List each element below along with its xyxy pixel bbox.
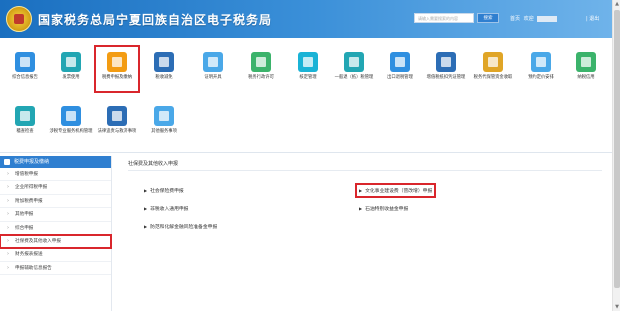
tile-other-services[interactable]: 其他服务事项 (142, 100, 186, 146)
tile-certificate[interactable]: 证明开具 (191, 46, 235, 92)
tile-pricing-arrangement[interactable]: 预约定价安排 (519, 46, 563, 92)
service-icon-grid: 综合信息报告 发票使用 税费申报及缴纳 税收减免 证明开具 税务行政许可 核定管… (0, 40, 612, 150)
sidebar: 税费申报及缴纳 增值税申报 企业所得税申报 附加税费申报 其他申报 综合申报 社… (0, 156, 112, 311)
logout-link[interactable]: | 退出 (586, 15, 599, 22)
tile-label: 一般退（抵）税管理 (334, 75, 374, 80)
sidebar-item-corporate-income-tax[interactable]: 企业所得税申报 (0, 181, 111, 195)
tile-label: 其他服务事项 (151, 129, 177, 134)
sidebar-title: 税费申报及缴纳 (14, 159, 50, 165)
sidebar-item-auxiliary-info[interactable]: 申报辅助信息报告 (0, 262, 111, 276)
sidebar-item-financial-statements[interactable]: 财务报表报送 (0, 248, 111, 262)
tile-label: 预约定价安排 (528, 75, 554, 80)
triangle-right-icon: ▶ (359, 188, 363, 193)
search-input[interactable]: 请输入需要搜索的内容 (414, 13, 474, 23)
tile-admin-license[interactable]: 税务行政许可 (239, 46, 283, 92)
link-culture-construction-fee[interactable]: ▶ 文化事业建设费（营改增）申报 (354, 183, 437, 198)
menu-icon (4, 159, 10, 165)
sidebar-item-vat-declare[interactable]: 增值税申报 (0, 168, 111, 182)
scrollbar-thumb[interactable] (614, 10, 620, 288)
law-icon (107, 106, 127, 126)
tax-declare-icon (107, 52, 127, 72)
tile-verification[interactable]: 核定管理 (286, 46, 330, 92)
triangle-right-icon: ▶ (144, 224, 148, 229)
page-scrollbar[interactable]: ▲ ▼ (612, 0, 620, 311)
tile-label: 综合信息报告 (12, 75, 38, 80)
title-underline (128, 170, 602, 171)
user-links: 首页 欢迎 (510, 15, 559, 22)
sidebar-item-social-insurance[interactable]: 社保费及其他收入申报 (0, 233, 112, 250)
sidebar-item-other-declare[interactable]: 其他申报 (0, 208, 111, 222)
section-divider (0, 152, 612, 153)
tile-label: 出口退税管理 (387, 75, 413, 80)
triangle-right-icon: ▶ (144, 188, 148, 193)
tile-tax-relief[interactable]: 税收减免 (142, 46, 186, 92)
tile-label: 税务行政许可 (248, 75, 274, 80)
inspect-icon (15, 106, 35, 126)
tile-label: 稽查检查 (16, 129, 34, 134)
sidebar-header: 税费申报及缴纳 (0, 156, 111, 168)
folder-icon (203, 52, 223, 72)
voucher-icon (436, 52, 456, 72)
tile-label: 增值税抵扣凭证管理 (426, 75, 466, 80)
link-financial-risk-reserve[interactable]: ▶ 防范和化解金融风险准备金申报 (144, 223, 217, 230)
scroll-up-icon[interactable]: ▲ (613, 0, 620, 8)
tile-label: 纳税信用 (577, 75, 595, 80)
tile-invoice-use[interactable]: 发票使用 (49, 46, 93, 92)
tile-vat-voucher[interactable]: 增值税抵扣凭证管理 (424, 46, 468, 92)
tax-icon (298, 52, 318, 72)
tile-custody-fund[interactable]: 税务代保管资金收取 (471, 46, 515, 92)
invoice-icon (61, 52, 81, 72)
welcome-text: 欢迎 (523, 16, 534, 22)
tile-tax-declare[interactable]: 税费申报及缴纳 (94, 45, 140, 93)
tile-tax-credit[interactable]: 纳税信用 (564, 46, 608, 92)
scroll-down-icon[interactable]: ▼ (613, 303, 620, 311)
service-icon (154, 106, 174, 126)
license-icon (251, 52, 271, 72)
fund-icon (483, 52, 503, 72)
tile-label: 涉税专业服务机构管理 (49, 129, 93, 134)
tile-tax-refund[interactable]: 一般退（抵）税管理 (332, 46, 376, 92)
tax-emblem-logo (6, 6, 32, 32)
tile-legal-remedy[interactable]: 法律追责与救济事项 (95, 100, 139, 146)
tile-export-refund[interactable]: 出口退税管理 (378, 46, 422, 92)
search-button[interactable]: 搜索 (477, 13, 499, 23)
main-content: 社保费及其他收入申报 ▶ 社会保险费申报 ▶ 非税收入通用申报 ▶ 防范和化解金融风险… (118, 156, 612, 311)
site-header: 国家税务总局宁夏回族自治区电子税务局 请输入需要搜索的内容 搜索 首页 欢迎 |… (0, 0, 612, 38)
site-title: 国家税务总局宁夏回族自治区电子税务局 (38, 13, 273, 27)
tile-label: 核定管理 (299, 75, 317, 80)
tile-label: 证明开具 (204, 75, 222, 80)
triangle-right-icon: ▶ (144, 206, 148, 211)
tile-label: 发票使用 (62, 75, 80, 80)
link-oil-special-gain[interactable]: ▶ 石油特别收益金申报 (359, 205, 408, 212)
refund-icon (344, 52, 364, 72)
grid-icon (154, 52, 174, 72)
tile-label: 税费申报及缴纳 (101, 75, 133, 80)
link-social-insurance-declare[interactable]: ▶ 社会保险费申报 (144, 187, 184, 194)
tile-label: 税收减免 (155, 75, 173, 80)
calendar-icon (531, 52, 551, 72)
tile-comprehensive-info[interactable]: 综合信息报告 (3, 46, 47, 92)
agency-icon (61, 106, 81, 126)
sidebar-item-surcharge[interactable]: 附加税费申报 (0, 195, 111, 209)
triangle-right-icon: ▶ (359, 206, 363, 211)
link-non-tax-income[interactable]: ▶ 非税收入通用申报 (144, 205, 188, 212)
tile-label: 税务代保管资金收取 (473, 75, 513, 80)
tile-inspection[interactable]: 稽查检查 (3, 100, 47, 146)
home-link[interactable]: 首页 (510, 16, 520, 22)
doc-icon (15, 52, 35, 72)
sidebar-item-comprehensive-declare[interactable]: 综合申报 (0, 222, 111, 235)
section-title: 社保费及其他收入申报 (128, 161, 179, 167)
user-name (537, 15, 558, 22)
tile-agency-management[interactable]: 涉税专业服务机构管理 (49, 100, 93, 146)
export-icon (390, 52, 410, 72)
tile-label: 法律追责与救济事项 (97, 129, 137, 134)
credit-icon (576, 52, 596, 72)
